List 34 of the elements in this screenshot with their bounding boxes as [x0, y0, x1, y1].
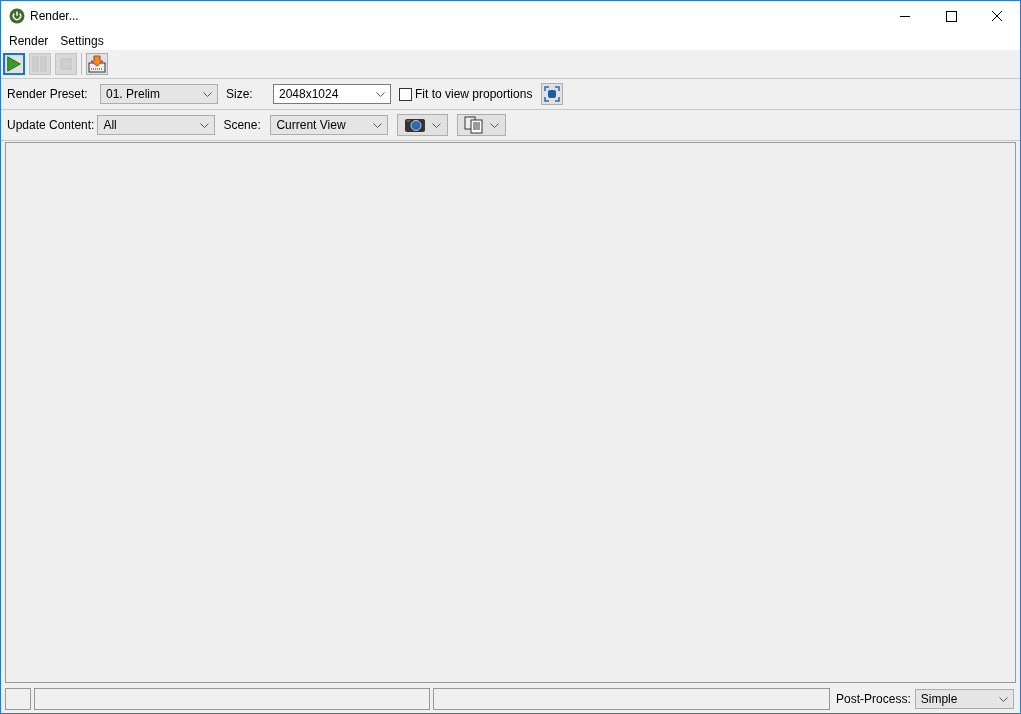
post-process-dropdown[interactable]: Simple	[914, 689, 1014, 709]
chevron-icon	[376, 91, 385, 97]
menu-item[interactable]: Settings	[54, 33, 110, 48]
copy-dropdown-button[interactable]	[457, 114, 507, 136]
menu-item[interactable]: Render	[3, 33, 55, 48]
fit-view-button[interactable]	[541, 83, 564, 105]
field-label: Post-Process:	[836, 692, 911, 706]
play-icon	[5, 54, 23, 74]
chevron-icon	[999, 696, 1008, 702]
camera-icon	[404, 117, 427, 133]
copy-icon	[464, 116, 485, 134]
chevron-icon	[200, 122, 210, 128]
field-label: Size:	[226, 87, 254, 101]
chevron-icon	[432, 122, 442, 128]
window-title: Render...	[30, 9, 80, 23]
power-icon	[9, 8, 25, 24]
chevron-icon	[203, 91, 212, 97]
update-content-dropdown[interactable]: All	[97, 115, 216, 135]
camera-dropdown-button[interactable]	[397, 114, 449, 136]
fit-view-icon	[544, 86, 561, 102]
export-icon	[87, 54, 107, 74]
field-label: Update Content:	[7, 118, 95, 132]
status-panel	[5, 688, 31, 710]
field-label: Render Preset:	[7, 87, 89, 101]
field-label: Scene:	[223, 118, 262, 132]
play-button[interactable]	[3, 53, 25, 75]
chevron-icon	[373, 122, 383, 128]
scene-dropdown[interactable]: Current View	[270, 115, 389, 135]
chevron-icon	[490, 122, 500, 128]
fit-checkbox[interactable]: Fit to view proportions	[399, 87, 533, 101]
preset-dropdown[interactable]: 01. Prelim	[100, 84, 218, 104]
export-button[interactable]	[86, 53, 108, 75]
pause-icon	[30, 54, 50, 74]
size-combobox[interactable]: 2048x1024	[273, 84, 391, 104]
